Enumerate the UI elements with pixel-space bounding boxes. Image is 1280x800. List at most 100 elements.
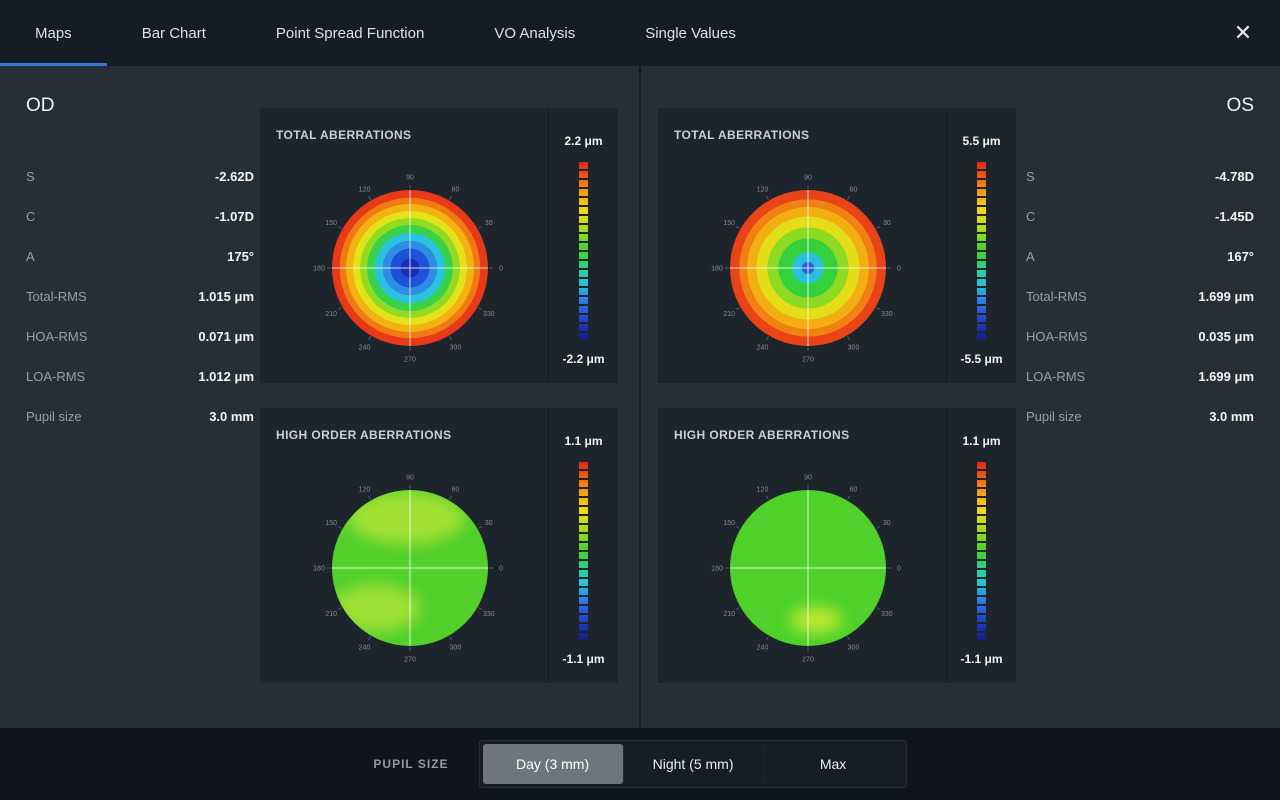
svg-text:180: 180 bbox=[313, 266, 325, 273]
svg-text:60: 60 bbox=[850, 487, 858, 494]
os-stats-block: OS S -4.78D C -1.45D A 167° Total-RMS 1.… bbox=[1026, 94, 1254, 436]
svg-text:180: 180 bbox=[313, 566, 325, 573]
od-high-order-aberrations-card: HIGH ORDER ABERRATIONS 03060901201501802… bbox=[260, 408, 618, 683]
tab-vo-analysis[interactable]: VO Analysis bbox=[459, 0, 610, 66]
scale-max-label: 2.2 μm bbox=[564, 134, 602, 148]
os-stat-total-rms: Total-RMS 1.699 μm bbox=[1026, 276, 1254, 316]
tab-single-values[interactable]: Single Values bbox=[610, 0, 771, 66]
svg-text:60: 60 bbox=[452, 187, 460, 194]
panel-os: TOTAL ABERRATIONS bbox=[641, 66, 1280, 728]
svg-text:270: 270 bbox=[404, 357, 416, 364]
od-stat-total-rms: Total-RMS 1.015 μm bbox=[26, 276, 254, 316]
stat-value: -4.78D bbox=[1215, 169, 1254, 184]
map-title: TOTAL ABERRATIONS bbox=[674, 128, 809, 142]
svg-text:270: 270 bbox=[802, 357, 814, 364]
tab-single-values-label: Single Values bbox=[645, 25, 736, 42]
svg-text:0: 0 bbox=[499, 266, 503, 273]
od-total-scale-column: 2.2 μm -2.2 μm bbox=[548, 108, 618, 383]
svg-text:210: 210 bbox=[325, 611, 337, 618]
scale-min-label: -1.1 μm bbox=[562, 652, 604, 666]
od-stat-c: C -1.07D bbox=[26, 196, 254, 236]
stat-label: Total-RMS bbox=[1026, 289, 1087, 304]
wavefront-analysis-window: Maps Bar Chart Point Spread Function VO … bbox=[0, 0, 1280, 800]
stat-label: Total-RMS bbox=[26, 289, 87, 304]
svg-text:270: 270 bbox=[404, 657, 416, 664]
close-icon[interactable]: ✕ bbox=[1222, 12, 1264, 54]
svg-text:210: 210 bbox=[723, 311, 735, 318]
stat-label: C bbox=[26, 209, 35, 224]
svg-text:0: 0 bbox=[897, 566, 901, 573]
tab-strip: Maps Bar Chart Point Spread Function VO … bbox=[0, 0, 771, 66]
maps-content: OD S -2.62D C -1.07D A 175° Total-RMS 1.… bbox=[0, 66, 1280, 728]
stat-label: LOA-RMS bbox=[26, 369, 85, 384]
tab-point-spread-function[interactable]: Point Spread Function bbox=[241, 0, 459, 66]
os-stat-s: S -4.78D bbox=[1026, 156, 1254, 196]
tab-bar-chart-label: Bar Chart bbox=[142, 25, 206, 42]
stat-label: A bbox=[26, 249, 35, 264]
stat-label: C bbox=[1026, 209, 1035, 224]
svg-text:240: 240 bbox=[757, 644, 769, 651]
stat-value: 3.0 mm bbox=[1209, 409, 1254, 424]
os-hoa-map-area: HIGH ORDER ABERRATIONS 03060901201501802… bbox=[658, 408, 946, 683]
svg-text:300: 300 bbox=[848, 344, 860, 351]
map-title: HIGH ORDER ABERRATIONS bbox=[674, 428, 849, 442]
stat-label: Pupil size bbox=[1026, 409, 1082, 424]
pupil-size-segmented-control: Day (3 mm) Night (5 mm) Max bbox=[479, 740, 907, 788]
stat-value: 3.0 mm bbox=[209, 409, 254, 424]
tab-bar-chart[interactable]: Bar Chart bbox=[107, 0, 241, 66]
os-high-order-aberrations-map: 0306090120150180210240270300330 bbox=[658, 408, 946, 683]
stat-label: Pupil size bbox=[26, 409, 82, 424]
scale-min-label: -2.2 μm bbox=[562, 352, 604, 366]
os-total-scale-column: 5.5 μm -5.5 μm bbox=[946, 108, 1016, 383]
os-total-aberrations-card: TOTAL ABERRATIONS bbox=[658, 108, 1016, 383]
map-title: HIGH ORDER ABERRATIONS bbox=[276, 428, 451, 442]
color-scale-bar bbox=[977, 462, 986, 640]
stat-value: -1.07D bbox=[215, 209, 254, 224]
pupil-size-bar: PUPIL SIZE Day (3 mm) Night (5 mm) Max bbox=[0, 728, 1280, 800]
pupil-option-max[interactable]: Max bbox=[763, 744, 903, 784]
svg-text:30: 30 bbox=[883, 220, 891, 227]
os-stat-a: A 167° bbox=[1026, 236, 1254, 276]
top-tab-bar: Maps Bar Chart Point Spread Function VO … bbox=[0, 0, 1280, 66]
stat-value: -2.62D bbox=[215, 169, 254, 184]
svg-text:180: 180 bbox=[711, 566, 723, 573]
pupil-option-night[interactable]: Night (5 mm) bbox=[623, 744, 763, 784]
svg-text:180: 180 bbox=[711, 266, 723, 273]
od-total-map-area: TOTAL ABERRATIONS bbox=[260, 108, 548, 383]
stat-value: 1.699 μm bbox=[1198, 289, 1254, 304]
od-stat-pupil-size: Pupil size 3.0 mm bbox=[26, 396, 254, 436]
color-scale-bar bbox=[579, 462, 588, 640]
svg-text:330: 330 bbox=[483, 611, 495, 618]
svg-text:150: 150 bbox=[723, 220, 735, 227]
svg-text:330: 330 bbox=[881, 611, 893, 618]
svg-text:0: 0 bbox=[499, 566, 503, 573]
svg-text:60: 60 bbox=[452, 487, 460, 494]
svg-text:120: 120 bbox=[359, 187, 371, 194]
stat-label: A bbox=[1026, 249, 1035, 264]
svg-text:210: 210 bbox=[723, 611, 735, 618]
color-scale-bar bbox=[977, 162, 986, 340]
stat-value: 175° bbox=[227, 249, 254, 264]
os-total-map-area: TOTAL ABERRATIONS bbox=[658, 108, 946, 383]
stat-value: -1.45D bbox=[1215, 209, 1254, 224]
svg-text:90: 90 bbox=[406, 175, 414, 182]
svg-text:210: 210 bbox=[325, 311, 337, 318]
os-hoa-scale-column: 1.1 μm -1.1 μm bbox=[946, 408, 1016, 683]
pupil-option-day[interactable]: Day (3 mm) bbox=[483, 744, 623, 784]
stat-label: LOA-RMS bbox=[1026, 369, 1085, 384]
tab-maps-label: Maps bbox=[35, 25, 72, 42]
svg-text:30: 30 bbox=[485, 520, 493, 527]
od-stat-loa-rms: LOA-RMS 1.012 μm bbox=[26, 356, 254, 396]
os-total-aberrations-map: 0306090120150180210240270300330 bbox=[658, 108, 946, 383]
svg-text:240: 240 bbox=[359, 644, 371, 651]
od-hoa-map-area: HIGH ORDER ABERRATIONS 03060901201501802… bbox=[260, 408, 548, 683]
svg-text:240: 240 bbox=[359, 344, 371, 351]
svg-text:330: 330 bbox=[881, 311, 893, 318]
stat-value: 0.035 μm bbox=[1198, 329, 1254, 344]
os-high-order-aberrations-card: HIGH ORDER ABERRATIONS 03060901201501802… bbox=[658, 408, 1016, 683]
svg-text:90: 90 bbox=[804, 175, 812, 182]
od-stat-hoa-rms: HOA-RMS 0.071 μm bbox=[26, 316, 254, 356]
tab-maps[interactable]: Maps bbox=[0, 0, 107, 66]
svg-text:0: 0 bbox=[897, 266, 901, 273]
map-title: TOTAL ABERRATIONS bbox=[276, 128, 411, 142]
